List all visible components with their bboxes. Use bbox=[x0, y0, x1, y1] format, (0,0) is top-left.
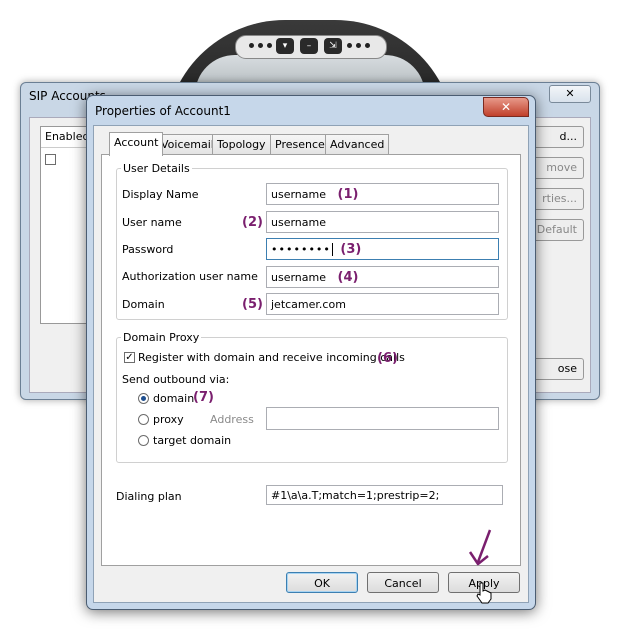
annotation-number: (3) bbox=[340, 242, 362, 257]
password-value: •••••••• bbox=[271, 243, 331, 256]
user-name-label: User name bbox=[122, 216, 182, 229]
radio-domain-label: domain bbox=[153, 392, 195, 405]
domain-proxy-legend: Domain Proxy bbox=[121, 331, 202, 344]
account-tab-panel: User Details Display Name username (1) U… bbox=[101, 154, 521, 566]
authorization-user-name-label: Authorization user name bbox=[122, 270, 258, 283]
tab-topology[interactable]: Topology bbox=[212, 134, 271, 155]
display-name-field[interactable]: username (1) bbox=[266, 183, 499, 205]
annotation-number: (2) bbox=[242, 215, 263, 230]
password-field[interactable]: •••••••• (3) bbox=[266, 238, 499, 260]
authorization-user-name-field[interactable]: username (4) bbox=[266, 266, 499, 288]
display-name-label: Display Name bbox=[122, 188, 199, 201]
register-checkbox[interactable]: ✓ bbox=[124, 352, 135, 363]
minimize-icon: – bbox=[300, 38, 318, 54]
dock-icon: ⇲ bbox=[324, 38, 342, 54]
tab-advanced[interactable]: Advanced bbox=[325, 134, 390, 155]
domain-value: jetcamer.com bbox=[271, 298, 346, 311]
radio-proxy-label: proxy bbox=[153, 413, 184, 426]
ok-button[interactable]: OK bbox=[286, 572, 358, 593]
close-icon: ✕ bbox=[500, 100, 512, 114]
user-details-legend: User Details bbox=[121, 162, 192, 175]
close-icon: ✕ bbox=[565, 87, 575, 100]
dialing-plan-value: #1\a\a.T;match=1;prestrip=2; bbox=[271, 489, 440, 502]
dialing-plan-field[interactable]: #1\a\a.T;match=1;prestrip=2; bbox=[266, 485, 503, 505]
radio-target-domain-label: target domain bbox=[153, 434, 232, 447]
enabled-checkbox[interactable] bbox=[45, 154, 56, 165]
address-label: Address bbox=[210, 413, 254, 426]
domain-label: Domain bbox=[122, 298, 165, 311]
tab-presence[interactable]: Presence bbox=[270, 134, 330, 155]
dot-icon bbox=[356, 43, 361, 48]
dot-icon bbox=[267, 43, 272, 48]
dot-icon bbox=[249, 43, 254, 48]
dot-icon bbox=[365, 43, 370, 48]
radio-target-domain[interactable] bbox=[138, 435, 149, 446]
radio-domain[interactable] bbox=[138, 393, 149, 404]
cancel-button[interactable]: Cancel bbox=[367, 572, 439, 593]
tab-voicemail[interactable]: Voicemail bbox=[156, 134, 219, 155]
close-button[interactable]: ✕ bbox=[549, 85, 591, 103]
register-label: Register with domain and receive incomin… bbox=[138, 351, 405, 364]
tab-account[interactable]: Account bbox=[109, 132, 164, 156]
annotation-number: (7) bbox=[193, 390, 214, 405]
user-name-field[interactable]: username bbox=[266, 211, 499, 233]
dialing-plan-label: Dialing plan bbox=[116, 490, 182, 503]
dot-icon bbox=[258, 43, 263, 48]
checkmark-icon: ✓ bbox=[125, 352, 134, 363]
display-name-value: username bbox=[271, 188, 326, 201]
arrow-pointer-icon bbox=[468, 529, 492, 566]
hand-cursor-icon bbox=[476, 582, 492, 604]
dialog-title: Properties of Account1 bbox=[95, 104, 231, 118]
send-outbound-label: Send outbound via: bbox=[122, 373, 230, 386]
annotation-number: (6) bbox=[377, 351, 398, 366]
close-button[interactable]: ✕ bbox=[483, 97, 529, 117]
proxy-address-field[interactable] bbox=[266, 407, 499, 430]
annotation-number: (5) bbox=[242, 297, 263, 312]
radio-proxy[interactable] bbox=[138, 414, 149, 425]
authorization-user-name-value: username bbox=[271, 271, 326, 284]
user-name-value: username bbox=[271, 216, 326, 229]
dot-icon bbox=[347, 43, 352, 48]
annotation-number: (4) bbox=[337, 270, 359, 285]
password-label: Password bbox=[122, 243, 174, 256]
dialog-body: Account Voicemail Topology Presence Adva… bbox=[93, 125, 529, 603]
annotation-number: (1) bbox=[337, 187, 359, 202]
chevron-down-icon: ▾ bbox=[276, 38, 294, 54]
domain-field[interactable]: jetcamer.com bbox=[266, 293, 499, 315]
